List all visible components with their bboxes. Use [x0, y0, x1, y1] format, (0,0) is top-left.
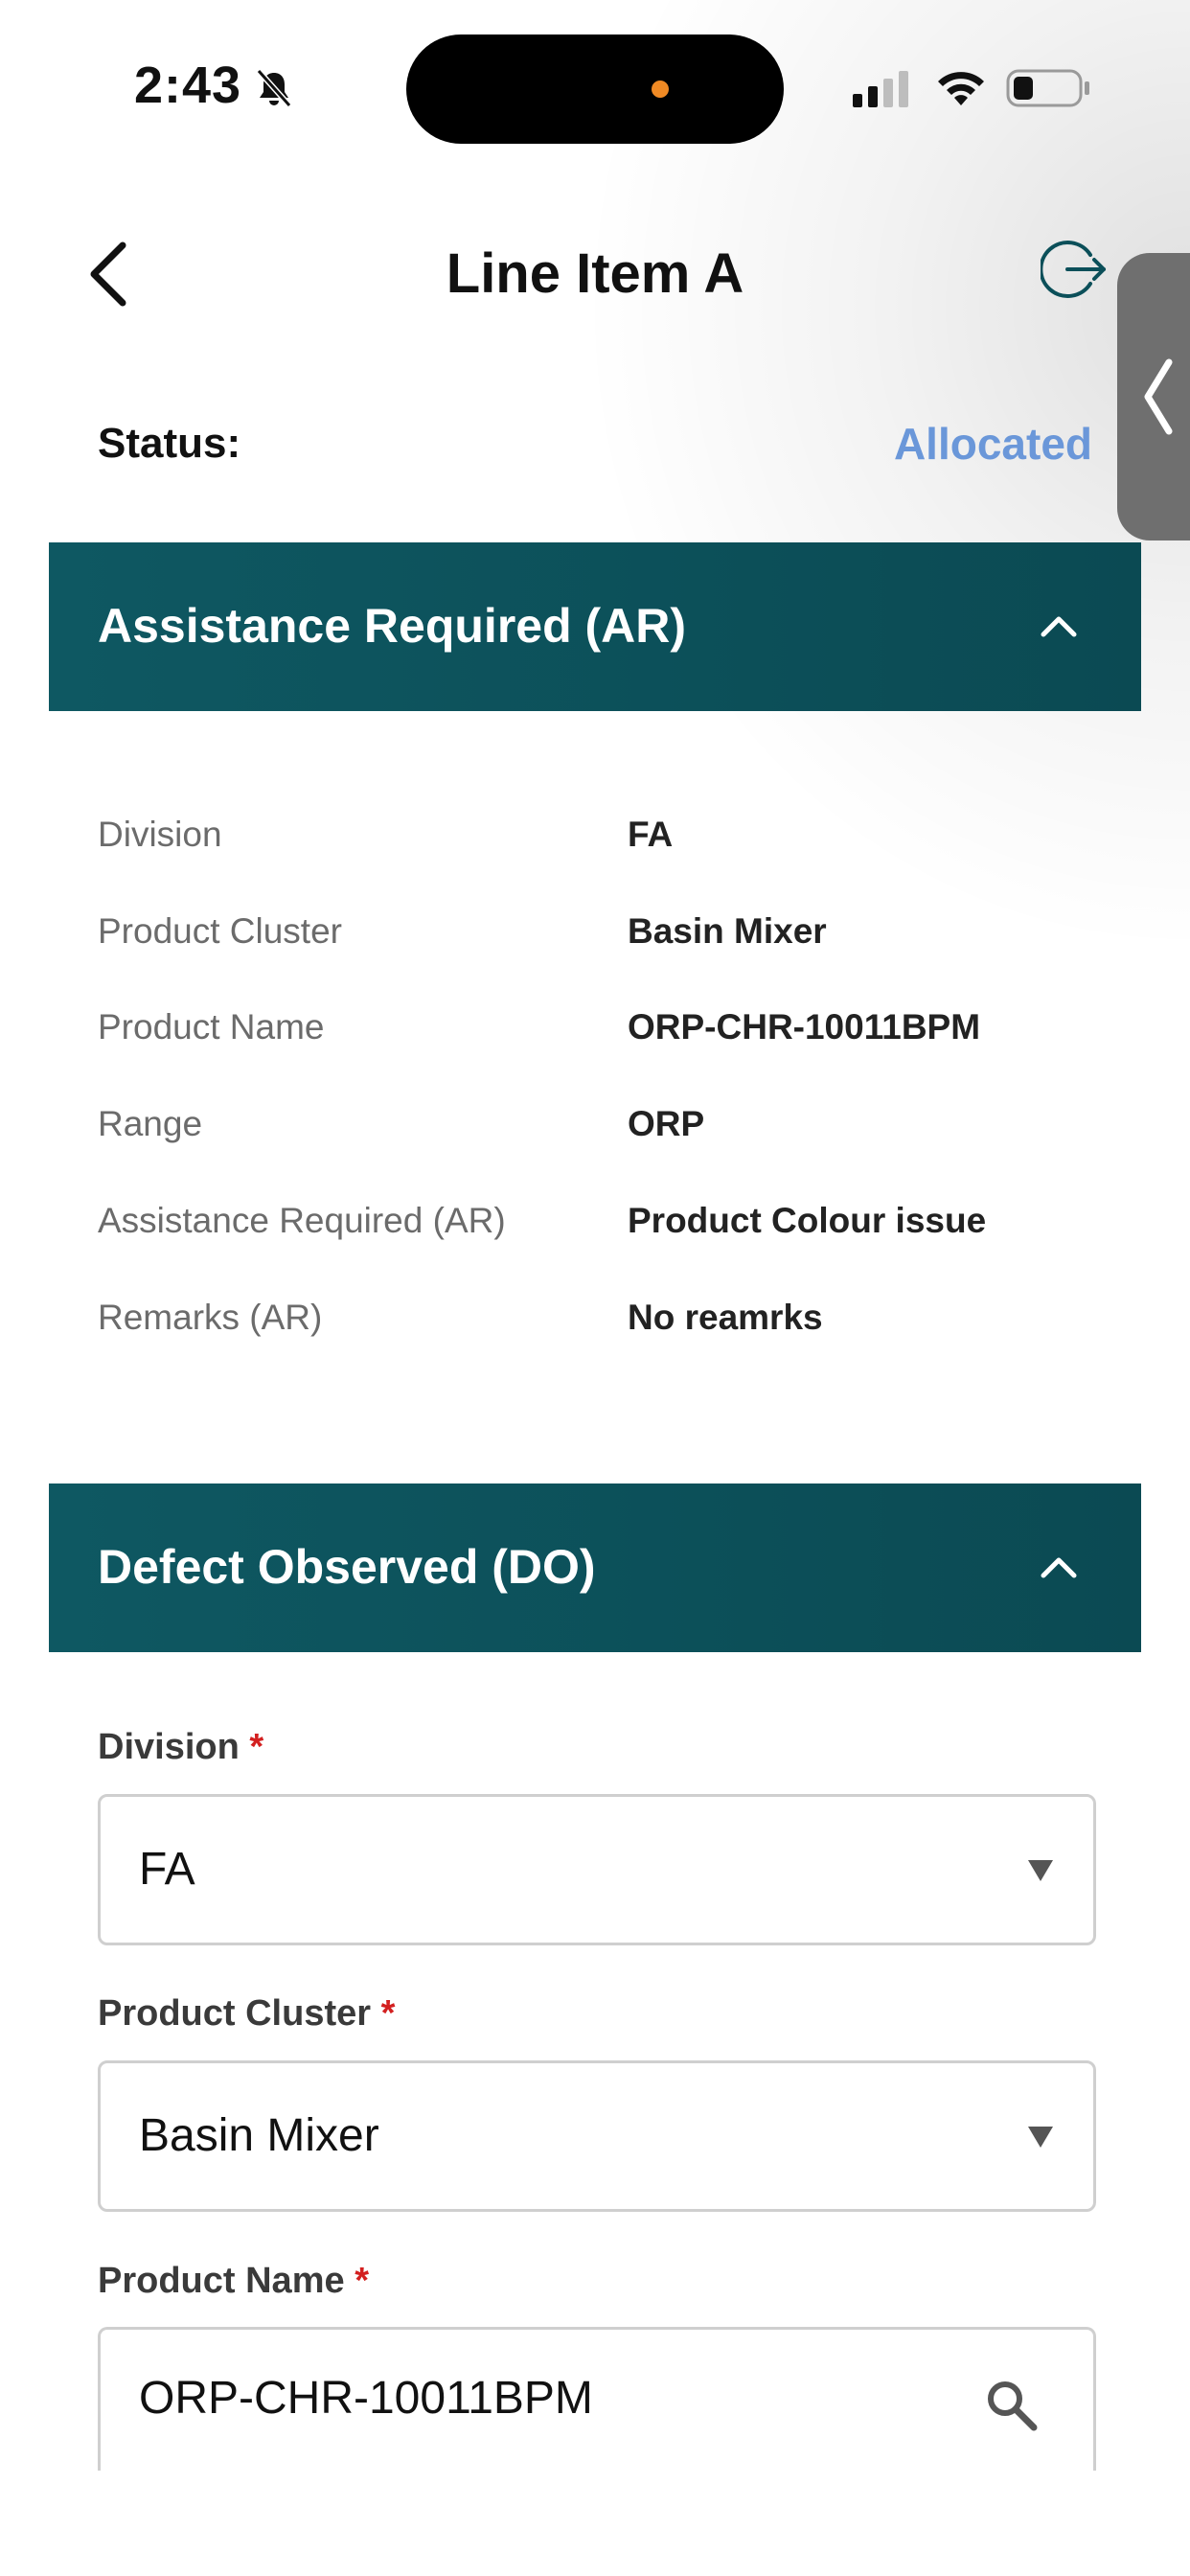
wifi-icon [938, 72, 984, 105]
detail-value: ORP [628, 1104, 705, 1143]
chevron-up-icon [1041, 616, 1077, 637]
detail-row-product-cluster: Product Cluster Basin Mixer [98, 911, 1094, 978]
status-label: Status: [98, 420, 241, 467]
division-select[interactable]: FA [98, 1794, 1096, 1945]
product-cluster-select[interactable]: Basin Mixer [98, 2060, 1096, 2212]
required-mark: * [249, 1727, 264, 1767]
search-icon[interactable] [982, 2376, 1040, 2433]
detail-label: Range [98, 1104, 203, 1143]
detail-value: Product Colour issue [628, 1201, 987, 1240]
bell-muted-icon [256, 69, 292, 107]
detail-row-division: Division FA [98, 815, 1094, 882]
detail-label: Division [98, 815, 222, 854]
detail-label: Product Cluster [98, 911, 342, 951]
required-mark: * [380, 1993, 396, 2034]
division-field-label: Division * [98, 1727, 263, 1768]
ar-section-header[interactable]: Assistance Required (AR) [49, 542, 1141, 711]
detail-label: Remarks (AR) [98, 1298, 323, 1337]
content-cutoff [0, 2471, 1190, 2576]
product-name-input-value: ORP-CHR-10011BPM [139, 2373, 593, 2424]
dynamic-island [406, 34, 784, 144]
do-section-title: Defect Observed (DO) [98, 1540, 596, 1594]
detail-value: No reamrks [628, 1298, 823, 1337]
ar-section-title: Assistance Required (AR) [98, 599, 687, 653]
status-time: 2:43 [134, 57, 242, 114]
chevron-up-icon [1041, 1557, 1077, 1578]
status-value: Allocated [893, 419, 1092, 469]
detail-value: FA [628, 815, 674, 854]
battery-icon [1006, 69, 1089, 107]
triangle-down-icon [1028, 2127, 1053, 2148]
product-name-field-label: Product Name * [98, 2261, 369, 2302]
detail-row-remarks: Remarks (AR) No reamrks [98, 1298, 1094, 1365]
page-title: Line Item A [446, 242, 744, 305]
detail-row-range: Range ORP [98, 1104, 1094, 1171]
product-cluster-field-label: Product Cluster * [98, 1993, 395, 2035]
detail-label: Assistance Required (AR) [98, 1201, 506, 1240]
side-drawer-handle[interactable] [1117, 253, 1190, 540]
screen: 2:43 Line Item A Status: Allocated Assis… [0, 0, 1190, 2576]
field-label-text: Product Cluster [98, 1993, 372, 2034]
logout-icon[interactable] [1041, 236, 1108, 303]
product-cluster-select-value: Basin Mixer [139, 2110, 379, 2161]
division-select-value: FA [139, 1844, 195, 1895]
detail-value: Basin Mixer [628, 911, 827, 951]
privacy-indicator [652, 80, 669, 98]
triangle-down-icon [1028, 1860, 1053, 1881]
field-label-text: Division [98, 1727, 240, 1767]
chevron-left-icon [1144, 358, 1173, 435]
required-mark: * [355, 2261, 369, 2301]
detail-label: Product Name [98, 1007, 325, 1046]
detail-row-assistance-required: Assistance Required (AR) Product Colour … [98, 1201, 1094, 1268]
detail-row-product-name: Product Name ORP-CHR-10011BPM [98, 1007, 1094, 1074]
do-section-header[interactable]: Defect Observed (DO) [49, 1484, 1141, 1652]
detail-value: ORP-CHR-10011BPM [628, 1007, 981, 1046]
field-label-text: Product Name [98, 2261, 345, 2301]
signal-icon [853, 71, 908, 107]
